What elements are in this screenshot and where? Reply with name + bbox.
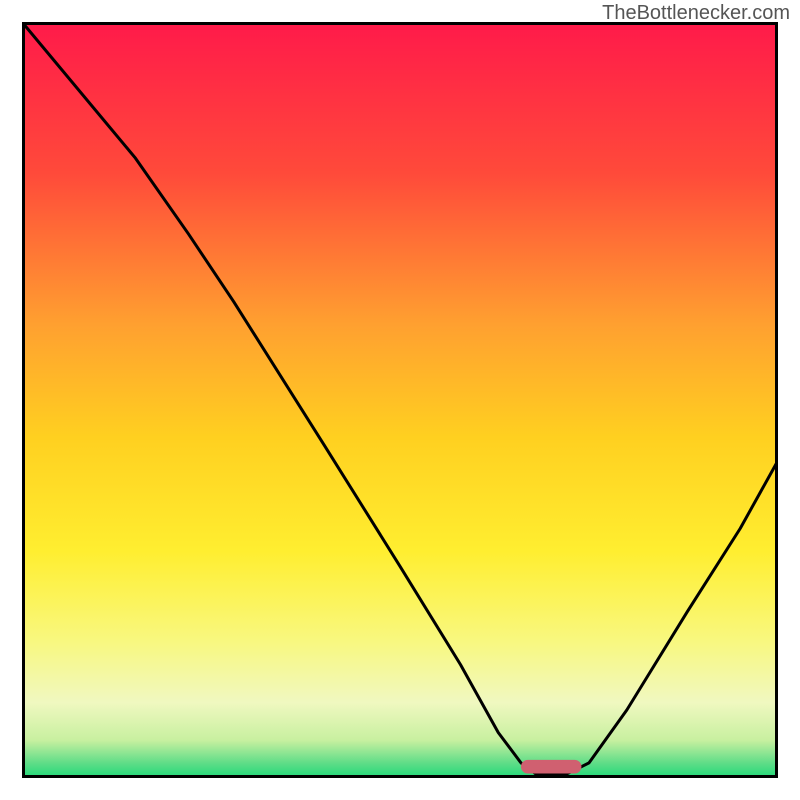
- plot-area: [22, 22, 778, 778]
- chart-container: TheBottlenecker.com: [0, 0, 800, 800]
- gradient-background: [22, 22, 778, 778]
- chart-svg: [22, 22, 778, 778]
- watermark-text: TheBottlenecker.com: [602, 2, 790, 25]
- optimal-marker: [521, 760, 581, 774]
